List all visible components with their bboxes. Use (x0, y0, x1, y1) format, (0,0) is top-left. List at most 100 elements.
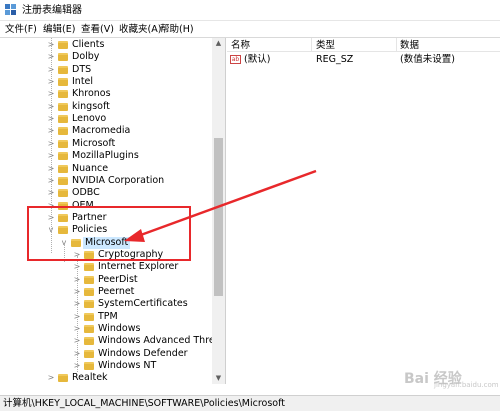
folder-icon (84, 288, 94, 296)
tree-item[interactable]: > Windows Defender (0, 348, 212, 360)
menu-favorites[interactable]: 收藏夹(A) (119, 23, 161, 36)
tree-item-label: Windows Defender (98, 347, 188, 359)
tree-item-label: Windows Advanced Threat P (98, 335, 226, 347)
folder-icon (58, 152, 68, 161)
tree-item-label: SystemCertificates (98, 298, 188, 310)
tree-item[interactable]: > Clients (0, 39, 212, 51)
folder-icon (58, 176, 68, 185)
tree-guide-line (77, 256, 78, 372)
value-type: REG_SZ (316, 54, 354, 65)
value-row[interactable]: ab (默认) REG_SZ (数值未设置) (227, 53, 500, 66)
column-divider[interactable] (311, 38, 312, 52)
tree-item[interactable]: > Nuance (0, 163, 212, 175)
tree-item-label: Realtek (72, 372, 108, 384)
tree-item[interactable]: > Peernet (0, 286, 212, 298)
tree-item[interactable]: > Macromedia (0, 125, 212, 137)
folder-icon (58, 139, 68, 148)
tree-item-label: Peernet (98, 286, 135, 297)
tree-item-label: DTS (72, 63, 92, 75)
column-divider[interactable] (396, 38, 397, 52)
menu-help[interactable]: 帮助(H) (160, 23, 194, 36)
tree-item[interactable]: > TPM (0, 311, 212, 323)
regedit-app-icon (5, 4, 17, 16)
tree-item-label: Khronos (72, 88, 111, 100)
tree-item[interactable]: > Internet Explorer (0, 261, 212, 273)
folder-icon (58, 115, 68, 124)
tree-item[interactable]: > Windows (0, 323, 212, 335)
tree-item[interactable]: > Dolby (0, 51, 212, 63)
registry-values-pane[interactable]: 名称 类型 数据 ab (默认) REG_SZ (数值未设置) (227, 38, 500, 384)
folder-icon (58, 90, 68, 99)
status-bar: 计算机\HKEY_LOCAL_MACHINE\SOFTWARE\Policies… (0, 395, 500, 411)
menu-view[interactable]: 查看(V) (81, 23, 114, 36)
scroll-up-arrow-icon[interactable]: ▲ (212, 38, 225, 49)
folder-icon (84, 362, 94, 371)
folder-icon (58, 78, 68, 87)
string-value-icon: ab (230, 55, 241, 64)
menu-file[interactable]: 文件(F) (5, 23, 37, 36)
tree-item-label: Windows (98, 323, 141, 335)
title-bar: 注册表编辑器 (0, 0, 500, 21)
tree-item[interactable]: > DTS (0, 64, 212, 76)
annotation-highlight-box (27, 206, 191, 261)
folder-icon (58, 127, 68, 136)
tree-item[interactable]: > PeerDist (0, 274, 212, 286)
folder-icon (84, 263, 94, 272)
tree-item-label: Dolby (72, 51, 100, 63)
menu-edit[interactable]: 编辑(E) (43, 23, 75, 36)
baidu-watermark: Bai 经验 jingyan.baidu.com (404, 366, 499, 392)
tree-item-label: Microsoft (72, 137, 116, 149)
values-header: 名称 类型 数据 (227, 38, 500, 52)
tree-item[interactable]: > Lenovo (0, 113, 212, 125)
tree-item-label: ODBC (72, 187, 100, 199)
folder-icon (84, 337, 94, 346)
folder-icon (84, 325, 94, 334)
folder-icon (84, 275, 94, 284)
tree-item[interactable]: > Intel (0, 76, 212, 88)
column-header-name[interactable]: 名称 (231, 40, 250, 51)
tree-item-label: PeerDist (98, 273, 138, 285)
tree-item-label: Intel (72, 76, 94, 88)
folder-icon (58, 53, 68, 62)
folder-icon (58, 374, 68, 383)
value-data: (数值未设置) (400, 54, 455, 65)
status-path: 计算机\HKEY_LOCAL_MACHINE\SOFTWARE\Policies… (3, 398, 286, 409)
folder-icon (58, 189, 68, 198)
window-title: 注册表编辑器 (22, 5, 82, 16)
column-header-type[interactable]: 类型 (316, 40, 335, 51)
tree-item-label: MozillaPlugins (72, 150, 139, 162)
tree-vertical-scrollbar[interactable]: ▲ ▼ (212, 38, 225, 384)
tree-item[interactable]: > Windows NT (0, 360, 212, 372)
value-name: (默认) (244, 54, 271, 65)
tree-item[interactable]: > ODBC (0, 187, 212, 199)
tree-item[interactable]: > Realtek (0, 372, 212, 384)
tree-item-label: Nuance (72, 162, 109, 174)
tree-item-label: TPM (98, 310, 118, 322)
tree-item[interactable]: > kingsoft (0, 101, 212, 113)
folder-icon (84, 300, 94, 309)
tree-item[interactable]: > MozillaPlugins (0, 150, 212, 162)
folder-icon (84, 349, 94, 358)
watermark-url: jingyan.baidu.com (434, 381, 499, 389)
folder-icon (58, 65, 68, 74)
collapsed-chevron-icon[interactable]: > (47, 372, 55, 384)
folder-icon (84, 312, 94, 321)
tree-item[interactable]: > SystemCertificates (0, 298, 212, 310)
tree-item-label: Clients (72, 39, 105, 50)
tree-item-label: Internet Explorer (98, 261, 179, 273)
tree-item[interactable]: > Khronos (0, 88, 212, 100)
tree-item-label: NVIDIA Corporation (72, 174, 165, 186)
tree-item-label: Macromedia (72, 125, 131, 137)
scroll-down-arrow-icon[interactable]: ▼ (212, 373, 225, 384)
column-header-data[interactable]: 数据 (400, 40, 419, 51)
scroll-thumb[interactable] (214, 138, 223, 296)
tree-item[interactable]: > Microsoft (0, 138, 212, 150)
folder-icon (58, 41, 68, 49)
tree-item-label: Windows NT (98, 360, 157, 372)
tree-item[interactable]: > Windows Advanced Threat P (0, 335, 225, 347)
folder-icon (58, 102, 68, 111)
folder-icon (58, 164, 68, 173)
tree-item-label: Lenovo (72, 113, 107, 125)
tree-item-label: kingsoft (72, 100, 110, 112)
tree-item[interactable]: > NVIDIA Corporation (0, 175, 212, 187)
